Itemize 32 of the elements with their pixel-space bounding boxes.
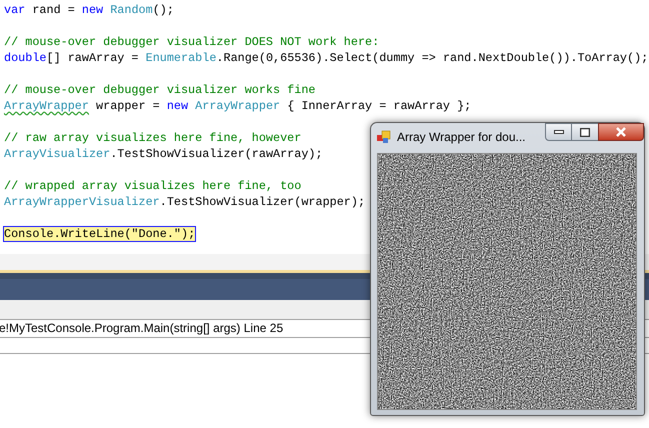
code-token: wrapper = (95, 98, 161, 114)
code-token: ArrayWrapper (194, 98, 280, 114)
code-token: Random (109, 2, 153, 18)
code-token: ArrayWrapper (4, 98, 89, 114)
code-token: ArrayWrapperVisualizer (4, 194, 160, 210)
code-token: rand = (31, 2, 76, 18)
code-token: (); (152, 2, 174, 18)
code-token: .TestShowVisualizer(rawArray); (110, 146, 323, 162)
code-token: .TestShowVisualizer(wrapper); (160, 194, 366, 210)
code-token: new (82, 2, 104, 18)
code-token: ArrayVisualizer (4, 146, 110, 162)
code-token: .WriteLine("Done."); (54, 227, 196, 241)
code-token: double (4, 50, 46, 66)
minimize-icon (554, 130, 564, 134)
close-icon (615, 127, 627, 137)
code-token: // mouse-over debugger visualizer works fine (4, 82, 316, 98)
code-token: { InnerArray = rawArray }; (286, 98, 472, 114)
maximize-button[interactable] (572, 123, 598, 141)
window-title: Array Wrapper for dou... (397, 128, 526, 146)
code-token: var (4, 2, 26, 18)
code-token: Enumerable (146, 50, 216, 66)
maximize-icon (580, 128, 590, 136)
code-token: new (166, 98, 188, 114)
close-button[interactable] (598, 123, 644, 141)
code-token: // wrapped array visualizes here fine, too (4, 178, 302, 194)
code-token: .Range(0,65536).Select(dummy => rand.NextDouble()).ToArray(); (216, 50, 648, 66)
minimize-button[interactable] (545, 123, 572, 141)
code-token: // mouse-over debugger visualizer DOES NOT work here: (4, 34, 380, 50)
code-token: Console (4, 227, 54, 241)
code-token: [] rawArray = (46, 50, 140, 66)
code-token: // raw array visualizes here fine, however (4, 130, 302, 146)
app-icon (377, 130, 391, 144)
